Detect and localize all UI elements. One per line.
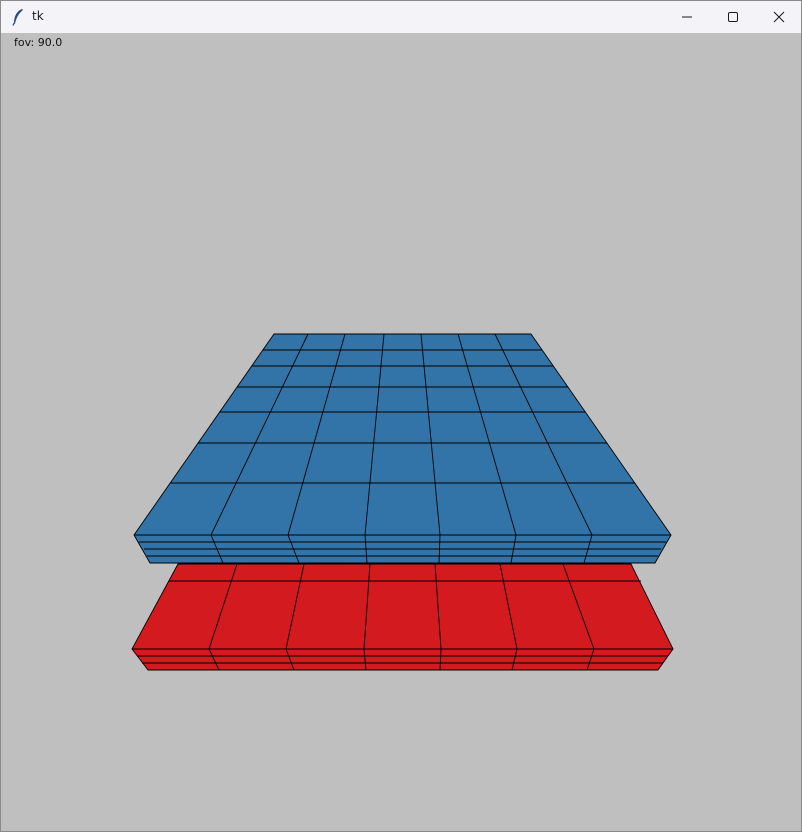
title-bar[interactable]: tk: [1, 1, 801, 34]
feather-icon: [12, 9, 23, 26]
red-slab-front-face: [131, 648, 674, 671]
maximize-icon: [728, 11, 738, 22]
window-title: tk: [32, 9, 44, 23]
3d-scene: [131, 333, 674, 671]
maximize-button[interactable]: [710, 1, 756, 32]
close-button[interactable]: [756, 1, 802, 32]
tk-canvas[interactable]: fov: 90.0: [1, 33, 801, 831]
blue-slab-top-face: [133, 333, 672, 536]
minimize-button[interactable]: [664, 1, 710, 32]
minimize-icon: [682, 16, 692, 17]
app-window: tk fov: 90.0: [0, 0, 802, 832]
close-icon: [773, 11, 785, 22]
